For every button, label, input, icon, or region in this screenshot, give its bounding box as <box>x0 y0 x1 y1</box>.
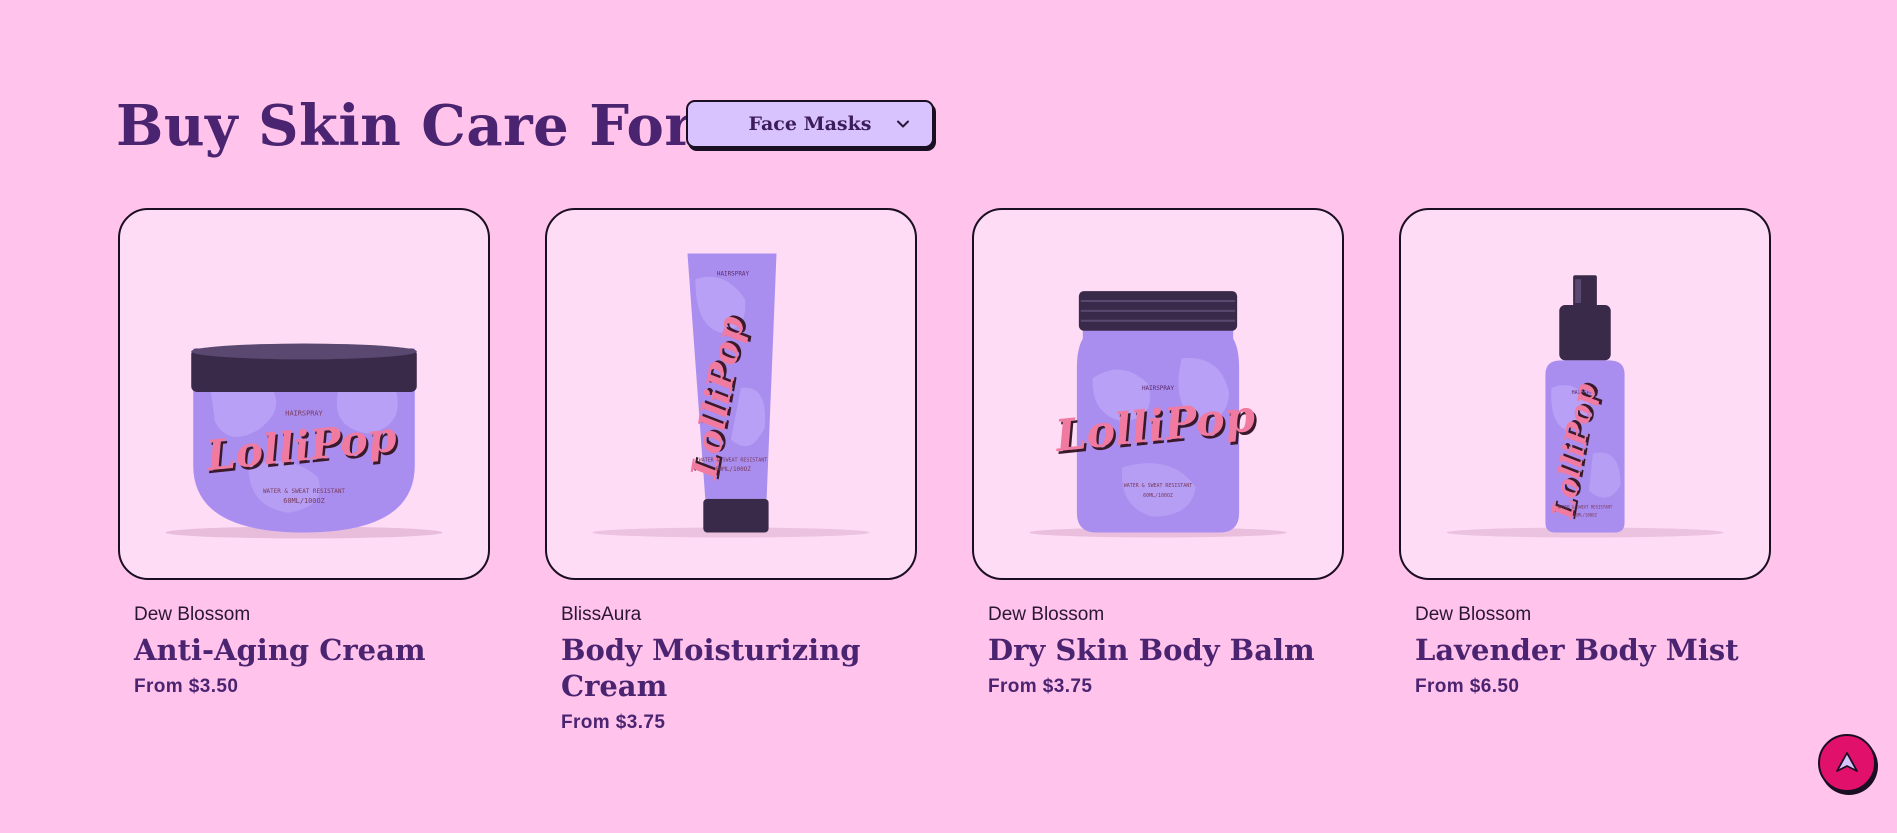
chevron-down-icon <box>897 120 909 128</box>
category-select-value: Face Masks <box>748 113 872 135</box>
product-brand: Dew Blossom <box>1415 604 1532 625</box>
svg-text:HAIRSPRAY: HAIRSPRAY <box>285 410 323 418</box>
product-image[interactable]: HAIRSPRAY LolliPop LolliPop WATER & SWEA… <box>972 208 1344 580</box>
product-image[interactable]: HAIRSPRAY LolliPop LolliPop WATER & SWEA… <box>118 208 490 580</box>
arrow-up-icon <box>1836 752 1858 772</box>
category-select[interactable]: Face Masks <box>686 100 934 148</box>
product-title[interactable]: Body Moisturizing Cream <box>561 632 901 704</box>
svg-text:60ML/100OZ: 60ML/100OZ <box>1143 493 1173 499</box>
cream-tube-image: HAIRSPRAY LolliPop LolliPop WATER & SWEA… <box>592 253 870 538</box>
product-image[interactable]: HAIRSPRAY LolliPop LolliPop WATER & SWEA… <box>1399 208 1771 580</box>
product-price: From $3.75 <box>561 712 666 733</box>
product-brand: Dew Blossom <box>134 604 251 625</box>
spray-bottle-image: HAIRSPRAY LolliPop LolliPop WATER & SWEA… <box>1446 275 1724 538</box>
svg-text:WATER & SWEAT RESISTANT: WATER & SWEAT RESISTANT <box>1558 505 1613 510</box>
scroll-to-top-button[interactable] <box>1818 734 1876 792</box>
svg-text:60ML/100OZ: 60ML/100OZ <box>715 466 751 473</box>
svg-text:WATER & SWEAT RESISTANT: WATER & SWEAT RESISTANT <box>263 488 345 495</box>
product-title[interactable]: Dry Skin Body Balm <box>988 632 1328 668</box>
svg-text:HAIRSPRAY: HAIRSPRAY <box>717 270 750 277</box>
product-brand: Dew Blossom <box>988 604 1105 625</box>
product-title[interactable]: Anti-Aging Cream <box>134 632 474 668</box>
product-card[interactable]: HAIRSPRAY LolliPop LolliPop WATER & SWEA… <box>972 208 1344 698</box>
product-price: From $3.50 <box>134 676 239 697</box>
product-image[interactable]: HAIRSPRAY LolliPop LolliPop WATER & SWEA… <box>545 208 917 580</box>
product-title[interactable]: Lavender Body Mist <box>1415 632 1755 668</box>
svg-text:HAIRSPRAY: HAIRSPRAY <box>1142 385 1175 392</box>
product-card[interactable]: HAIRSPRAY LolliPop LolliPop WATER & SWEA… <box>1399 208 1771 698</box>
svg-text:WATER & SWEAT RESISTANT: WATER & SWEAT RESISTANT <box>1124 483 1192 489</box>
svg-text:60ML/100OZ: 60ML/100OZ <box>283 497 325 505</box>
product-price: From $3.75 <box>988 676 1093 697</box>
cream-jar-image: HAIRSPRAY LolliPop LolliPop WATER & SWEA… <box>165 343 443 539</box>
svg-text:60ML/100OZ: 60ML/100OZ <box>1573 513 1597 518</box>
page-title: Buy Skin Care For <box>116 93 695 159</box>
product-price: From $6.50 <box>1415 676 1520 697</box>
product-card[interactable]: HAIRSPRAY LolliPop LolliPop WATER & SWEA… <box>545 208 917 734</box>
product-brand: BlissAura <box>561 604 642 625</box>
svg-text:WATER & SWEAT RESISTANT: WATER & SWEAT RESISTANT <box>699 457 767 463</box>
balm-jar-image: HAIRSPRAY LolliPop LolliPop WATER & SWEA… <box>1029 291 1287 538</box>
section-header: Buy Skin Care For <box>116 92 694 160</box>
product-card[interactable]: HAIRSPRAY LolliPop LolliPop WATER & SWEA… <box>118 208 490 698</box>
